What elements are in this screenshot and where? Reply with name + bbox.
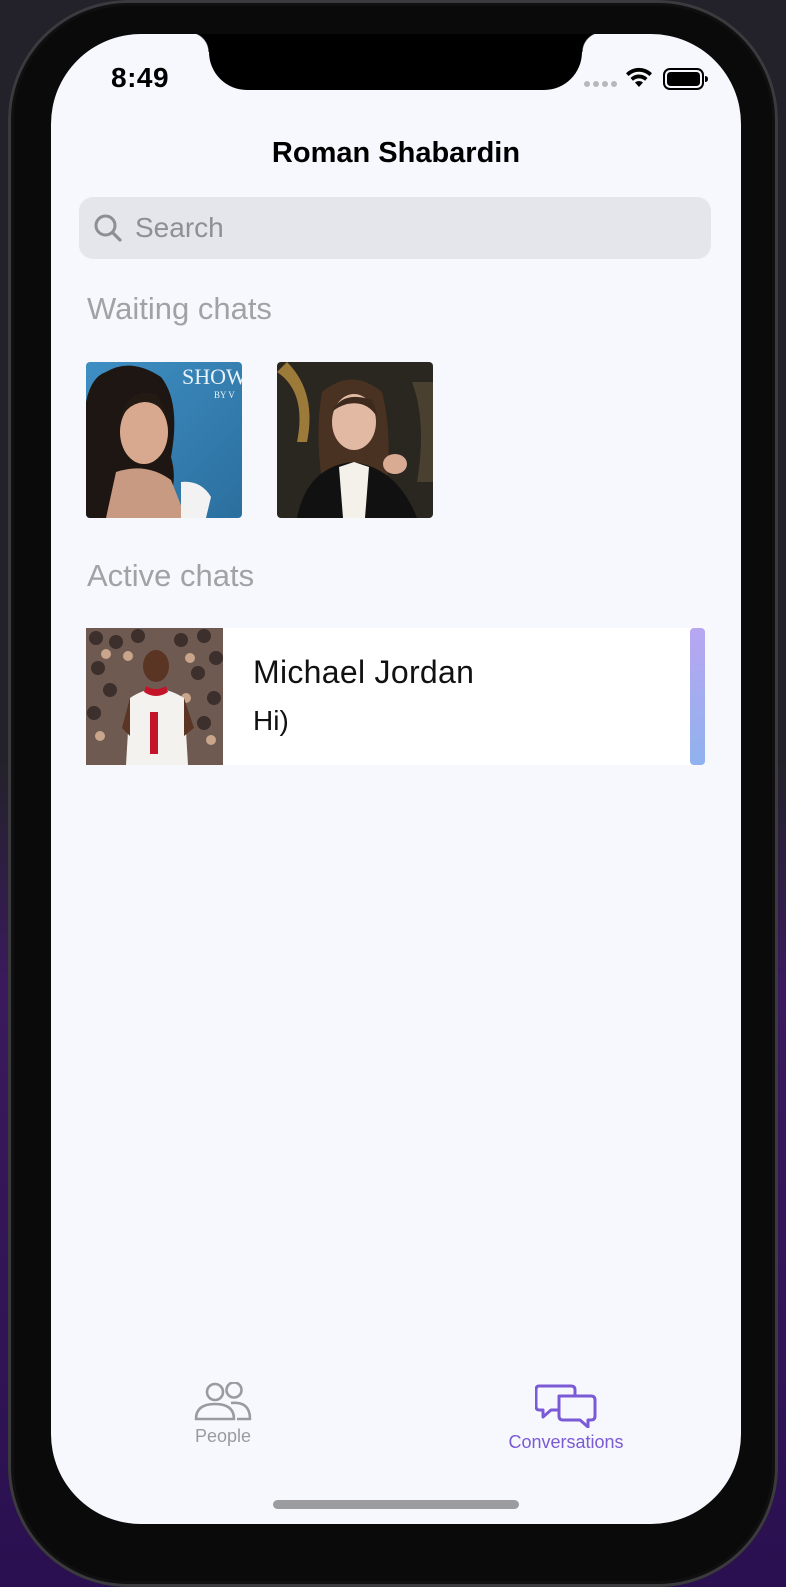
battery-icon: [663, 68, 708, 90]
active-chat-row[interactable]: Michael Jordan Hi): [86, 628, 705, 765]
app-screen: 8:49 Roman Shabardin Waiting chats: [51, 34, 741, 1524]
tab-people[interactable]: People: [173, 1382, 273, 1447]
chat-last-message: Hi): [253, 705, 289, 736]
waiting-chat-avatar[interactable]: [277, 362, 433, 518]
status-time: 8:49: [111, 62, 170, 93]
chat-avatar: [86, 628, 223, 765]
photo-subtext: BY V: [214, 390, 235, 400]
phone-frame: 8:49 Roman Shabardin Waiting chats: [8, 0, 778, 1587]
active-chats-heading: Active chats: [87, 558, 255, 593]
waiting-chat-avatar[interactable]: SHOW BY V: [86, 362, 242, 518]
avatar-photo: [277, 362, 433, 518]
chat-contact-name: Michael Jordan: [253, 654, 475, 690]
search-bar[interactable]: [79, 197, 711, 259]
photo-text: SHOW: [182, 364, 242, 389]
tab-people-label: People: [194, 1426, 252, 1446]
chat-bubbles-icon: [535, 1384, 597, 1428]
signal-icon: [584, 81, 617, 87]
home-indicator: [273, 1500, 519, 1509]
avatar-photo: [86, 628, 223, 765]
tab-conversations[interactable]: Conversations: [491, 1382, 641, 1453]
waiting-chats-heading: Waiting chats: [87, 291, 272, 326]
page-title: Roman Shabardin: [271, 137, 521, 169]
people-icon: [194, 1382, 252, 1421]
search-input[interactable]: [133, 211, 697, 245]
wifi-icon: [626, 67, 652, 87]
tab-conversations-label: Conversations: [508, 1432, 624, 1452]
avatar-photo: SHOW BY V: [86, 362, 242, 518]
notch: [189, 34, 602, 90]
unread-indicator: [690, 628, 705, 765]
search-icon: [94, 214, 122, 242]
chat-texts: Michael Jordan Hi): [223, 628, 474, 765]
